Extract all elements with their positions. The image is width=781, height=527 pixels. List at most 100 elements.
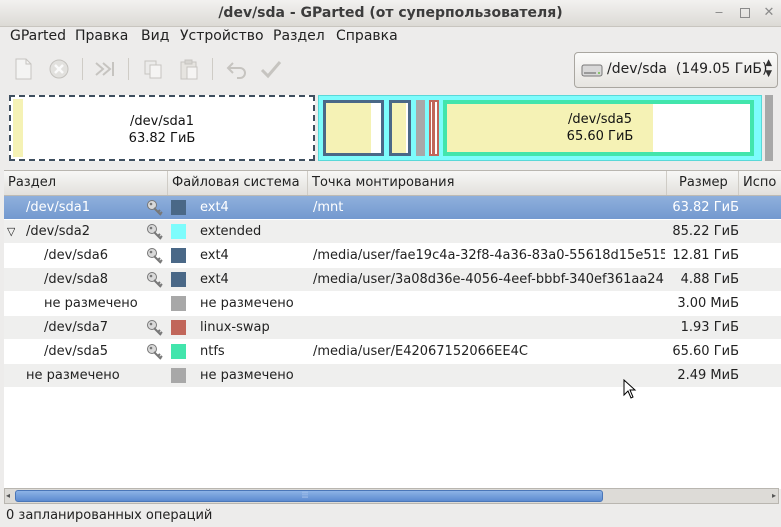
column-header-used[interactable]: Испо <box>739 171 781 195</box>
scroll-right-icon[interactable]: ▸ <box>772 490 776 502</box>
toolbar-separator <box>128 58 129 80</box>
partition-name: /dev/sda7 <box>44 320 108 335</box>
partition-size: 65.60 ГиБ <box>672 344 739 359</box>
spin-arrows-icon: ▲ ▼ <box>765 58 772 79</box>
filesystem-label: ext4 <box>200 200 229 215</box>
filesystem-color-swatch <box>171 272 186 287</box>
filesystem-label: ext4 <box>200 272 229 287</box>
device-selector[interactable]: /dev/sda (149.05 ГиБ) ▲ ▼ <box>574 52 778 88</box>
filesystem-color-swatch <box>171 224 186 239</box>
used-space-bar <box>326 103 371 153</box>
partition-name: /dev/sda1 <box>130 114 194 129</box>
scrollbar-thumb[interactable]: ⦙⦙⦙ <box>15 490 603 502</box>
filesystem-label: не размечено <box>200 296 294 311</box>
menu-gparted[interactable]: GParted <box>10 28 66 44</box>
partition-name: не размечено <box>26 368 120 383</box>
column-header-filesystem[interactable]: Файловая система <box>168 171 308 195</box>
copy-icon[interactable] <box>140 56 166 82</box>
partition-size: 4.88 ГиБ <box>680 272 739 287</box>
column-header-mountpoint[interactable]: Точка монтирования <box>308 171 667 195</box>
diskmap-unallocated[interactable] <box>416 100 425 156</box>
filesystem-label: extended <box>200 224 262 239</box>
partition-size: 63.82 ГиБ <box>128 131 196 146</box>
table-row[interactable]: /dev/sda8 ext4/media/user/3a08d36e-4056-4… <box>4 268 781 291</box>
table-row[interactable]: не размечено не размечено 2.49 МиБ <box>4 364 781 387</box>
resize-move-icon[interactable] <box>92 56 118 82</box>
undo-icon[interactable] <box>224 56 250 82</box>
diskmap-unallocated[interactable] <box>765 95 773 161</box>
filesystem-color-swatch <box>171 344 186 359</box>
diskmap-partition-sda6[interactable] <box>323 100 384 156</box>
table-row[interactable]: /dev/sda5 ntfs/media/user/E42067152066EE4… <box>4 340 781 363</box>
partition-size: 85.22 ГиБ <box>672 224 739 239</box>
menu-device[interactable]: Устройство <box>180 28 264 44</box>
filesystem-color-swatch <box>171 320 186 335</box>
filesystem-label: ntfs <box>200 344 225 359</box>
partition-size: 12.81 ГиБ <box>672 248 739 263</box>
partition-name: не размечено <box>44 296 138 311</box>
window-title: /dev/sda - GParted (от суперпользователя… <box>218 5 563 21</box>
column-header-size[interactable]: Размер <box>667 171 739 195</box>
filesystem-label: не размечено <box>200 368 294 383</box>
mount-point <box>313 316 665 339</box>
scroll-left-icon[interactable]: ◂ <box>6 490 10 502</box>
partition-size: 2.49 МиБ <box>677 368 739 383</box>
hard-disk-icon <box>581 62 603 82</box>
filesystem-label: ext4 <box>200 248 229 263</box>
paste-icon[interactable] <box>176 56 202 82</box>
partition-name: /dev/sda5 <box>568 112 632 127</box>
horizontal-scrollbar[interactable]: ◂ ⦙⦙⦙ ▸ <box>4 488 779 504</box>
diskmap-partition-sda8[interactable] <box>389 100 411 156</box>
partition-name: /dev/sda6 <box>44 248 108 263</box>
used-space-bar <box>392 103 406 153</box>
partition-size: 1.93 ГиБ <box>680 320 739 335</box>
minimize-button[interactable]: ‒ <box>710 4 728 22</box>
maximize-button[interactable] <box>736 4 754 22</box>
filesystem-label: linux-swap <box>200 320 270 335</box>
diskmap-partition-sda2-extended[interactable]: /dev/sda5 65.60 ГиБ <box>318 95 762 161</box>
key-icon <box>146 223 166 241</box>
partition-name: /dev/sda8 <box>44 272 108 287</box>
delete-icon[interactable] <box>46 56 72 82</box>
key-icon <box>146 247 166 265</box>
expander-icon[interactable]: ▽ <box>7 220 15 243</box>
partition-name: /dev/sda2 <box>26 224 90 239</box>
partition-size: 63.82 ГиБ <box>672 200 739 215</box>
key-icon <box>146 343 166 361</box>
partition-name: /dev/sda5 <box>44 344 108 359</box>
mount-point: /media/user/fae19c4a-32f8-4a36-83a0-5561… <box>313 248 665 263</box>
table-row[interactable]: /dev/sda6 ext4/media/user/fae19c4a-32f8-4… <box>4 244 781 267</box>
title-bar: /dev/sda - GParted (от суперпользователя… <box>0 0 781 27</box>
diskmap-partition-sda7[interactable] <box>429 100 439 156</box>
table-row[interactable]: ▽ /dev/sda2 extended 85.22 ГиБ <box>4 220 781 243</box>
mouse-cursor-icon <box>623 378 637 403</box>
table-row[interactable]: /dev/sda1 ext4/mnt 63.82 ГиБ <box>4 196 781 219</box>
mount-point <box>313 220 665 243</box>
mount-point: /media/user/E42067152066EE4C <box>313 344 528 359</box>
menu-partition[interactable]: Раздел <box>273 28 325 44</box>
menu-edit[interactable]: Правка <box>75 28 128 44</box>
menu-help[interactable]: Справка <box>336 28 398 44</box>
close-button[interactable]: ✕ <box>760 4 778 22</box>
partition-name: /dev/sda1 <box>26 200 90 215</box>
column-header-partition[interactable]: Раздел <box>4 171 168 195</box>
menu-view[interactable]: Вид <box>141 28 169 44</box>
filesystem-color-swatch <box>171 200 186 215</box>
apply-icon[interactable] <box>258 56 284 82</box>
diskmap-partition-sda5[interactable]: /dev/sda5 65.60 ГиБ <box>443 100 754 156</box>
filesystem-color-swatch <box>171 368 186 383</box>
partition-table: Раздел Файловая система Точка монтирован… <box>4 170 781 489</box>
disk-map: /dev/sda1 63.82 ГиБ /dev/sda5 65.60 ГиБ <box>5 92 777 164</box>
table-row[interactable]: не размечено не размечено 3.00 МиБ <box>4 292 781 315</box>
mount-point <box>313 364 665 387</box>
diskmap-partition-sda1[interactable]: /dev/sda1 63.82 ГиБ <box>9 95 315 161</box>
mount-point: /media/user/3a08d36e-4056-4eef-bbbf-340e… <box>313 272 664 287</box>
toolbar-separator <box>212 58 213 80</box>
table-row[interactable]: /dev/sda7 linux-swap 1.93 ГиБ <box>4 316 781 339</box>
partition-size: 3.00 МиБ <box>677 296 739 311</box>
device-label: /dev/sda (149.05 ГиБ) <box>607 61 768 77</box>
partition-size: 65.60 ГиБ <box>566 129 634 144</box>
key-icon <box>146 271 166 289</box>
new-icon[interactable] <box>10 56 36 82</box>
key-icon <box>146 319 166 337</box>
